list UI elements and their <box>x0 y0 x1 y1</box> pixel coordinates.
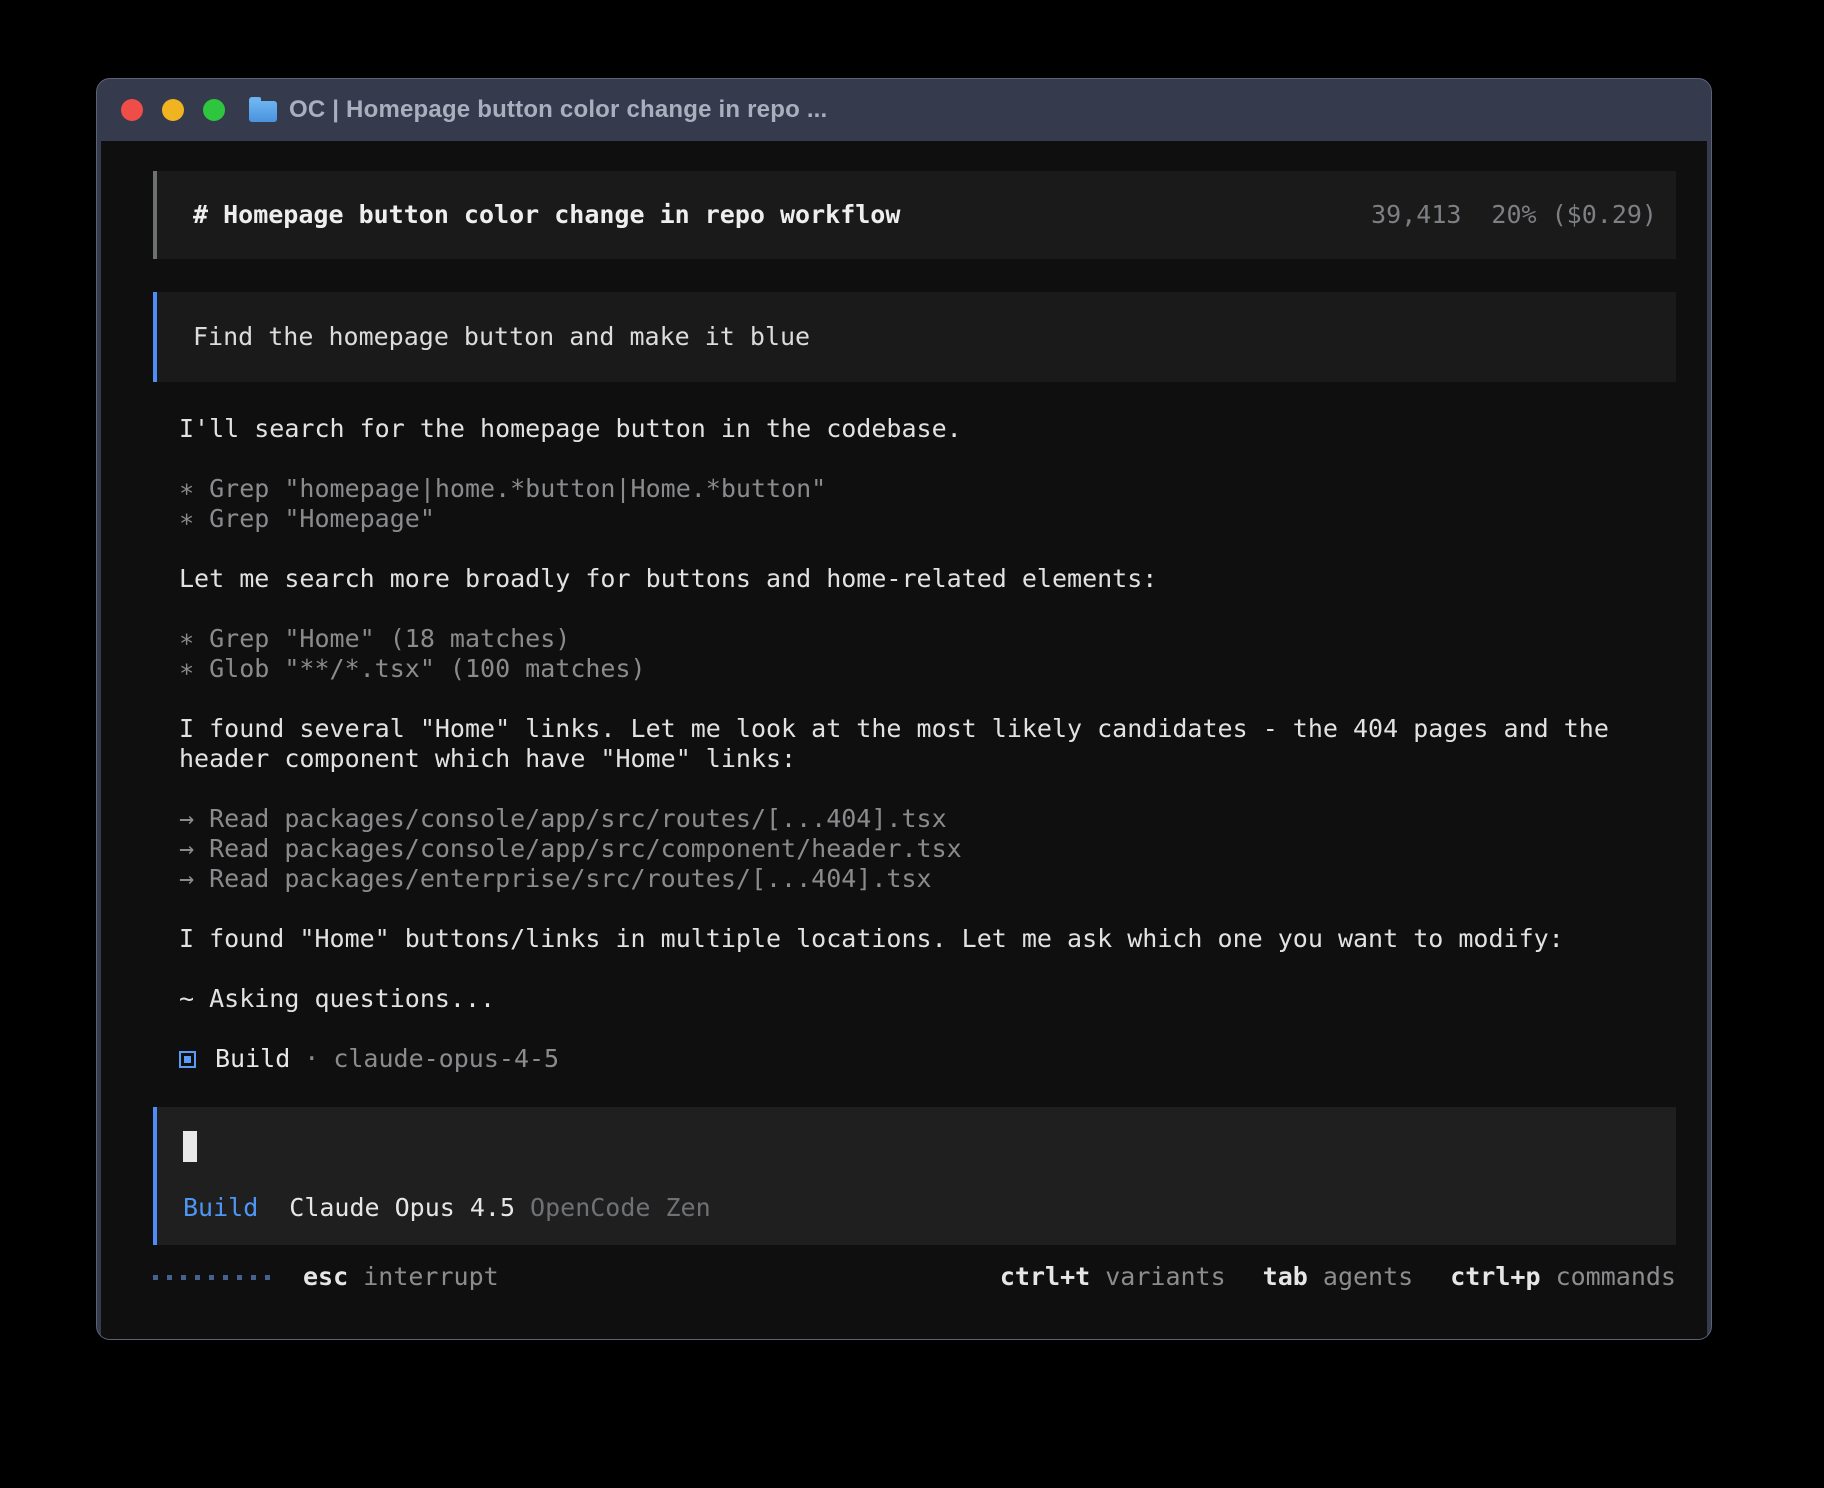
close-button[interactable] <box>121 99 143 121</box>
chat-line: ∗ Grep "Home" (18 matches) <box>179 624 1676 654</box>
text-cursor <box>183 1131 197 1162</box>
input-model-label[interactable]: Claude Opus 4.5 <box>289 1193 515 1223</box>
chat-line: I found "Home" buttons/links in multiple… <box>179 924 1676 954</box>
folder-icon <box>249 101 277 122</box>
shortcut-variants: ctrl+t variants <box>1000 1262 1226 1292</box>
chat-line <box>179 894 1676 924</box>
maximize-button[interactable] <box>203 99 225 121</box>
window-title: OC | Homepage button color change in rep… <box>289 96 827 124</box>
input-provider-label: OpenCode Zen <box>530 1193 711 1223</box>
chat-line <box>179 954 1676 984</box>
title-group: OC | Homepage button color change in rep… <box>249 96 827 124</box>
chat-line: header component which have "Home" links… <box>179 744 1676 774</box>
session-title: # Homepage button color change in repo w… <box>193 200 900 230</box>
token-count: 39,413 <box>1371 200 1461 229</box>
chat-line <box>179 594 1676 624</box>
session-stats: 39,413 20% ($0.29) <box>1371 200 1657 230</box>
shortcut-hints: ctrl+t variants tab agents ctrl+p comman… <box>963 1262 1676 1292</box>
input-footer: Build Claude Opus 4.5 OpenCode Zen <box>183 1193 1656 1223</box>
chat-line <box>179 774 1676 804</box>
terminal-window: OC | Homepage button color change in rep… <box>96 78 1712 1340</box>
chat-line: → Read packages/console/app/src/routes/[… <box>179 804 1676 834</box>
prompt-input[interactable]: Build Claude Opus 4.5 OpenCode Zen <box>153 1107 1676 1245</box>
chat-line: ∗ Grep "homepage|home.*button|Home.*butt… <box>179 474 1676 504</box>
status-bar: esc interrupt ctrl+t variants tab agents… <box>153 1262 1676 1292</box>
esc-action-label <box>348 1262 363 1292</box>
badge-separator: · <box>290 1044 333 1074</box>
chat-line: → Read packages/console/app/src/componen… <box>179 834 1676 864</box>
chat-line: I'll search for the homepage button in t… <box>179 414 1676 444</box>
esc-label: interrupt <box>363 1262 498 1292</box>
agent-badge: Build · claude-opus-4-5 <box>153 1044 1676 1074</box>
terminal-content: # Homepage button color change in repo w… <box>101 141 1707 1340</box>
chat-log: I'll search for the homepage button in t… <box>153 414 1676 1044</box>
minimize-button[interactable] <box>162 99 184 121</box>
chat-line: ∗ Grep "Homepage" <box>179 504 1676 534</box>
chat-line <box>179 534 1676 564</box>
chat-line: Let me search more broadly for buttons a… <box>179 564 1676 594</box>
chat-line: → Read packages/enterprise/src/routes/[.… <box>179 864 1676 894</box>
chat-line: ~ Asking questions... <box>179 984 1676 1014</box>
shortcut-commands: ctrl+p commands <box>1450 1262 1676 1292</box>
session-header: # Homepage button color change in repo w… <box>153 171 1676 259</box>
agent-model: claude-opus-4-5 <box>333 1044 559 1074</box>
chat-line <box>179 1014 1676 1044</box>
traffic-lights <box>121 99 225 121</box>
user-message: Find the homepage button and make it blu… <box>153 292 1676 382</box>
titlebar[interactable]: OC | Homepage button color change in rep… <box>97 79 1711 141</box>
chat-line <box>179 684 1676 714</box>
chat-line <box>179 444 1676 474</box>
chat-line: I found several "Home" links. Let me loo… <box>179 714 1676 744</box>
input-agent-label[interactable]: Build <box>183 1193 258 1223</box>
agent-name: Build <box>215 1044 290 1074</box>
desktop: OC | Homepage button color change in rep… <box>0 0 1824 1488</box>
user-message-text: Find the homepage button and make it blu… <box>193 322 810 352</box>
spinner-dots <box>153 1275 270 1280</box>
chat-line: ∗ Glob "**/*.tsx" (100 matches) <box>179 654 1676 684</box>
context-cost: 20% ($0.29) <box>1491 200 1657 229</box>
agent-icon <box>179 1051 196 1068</box>
esc-key-hint: esc <box>303 1262 348 1292</box>
shortcut-agents: tab agents <box>1263 1262 1414 1292</box>
